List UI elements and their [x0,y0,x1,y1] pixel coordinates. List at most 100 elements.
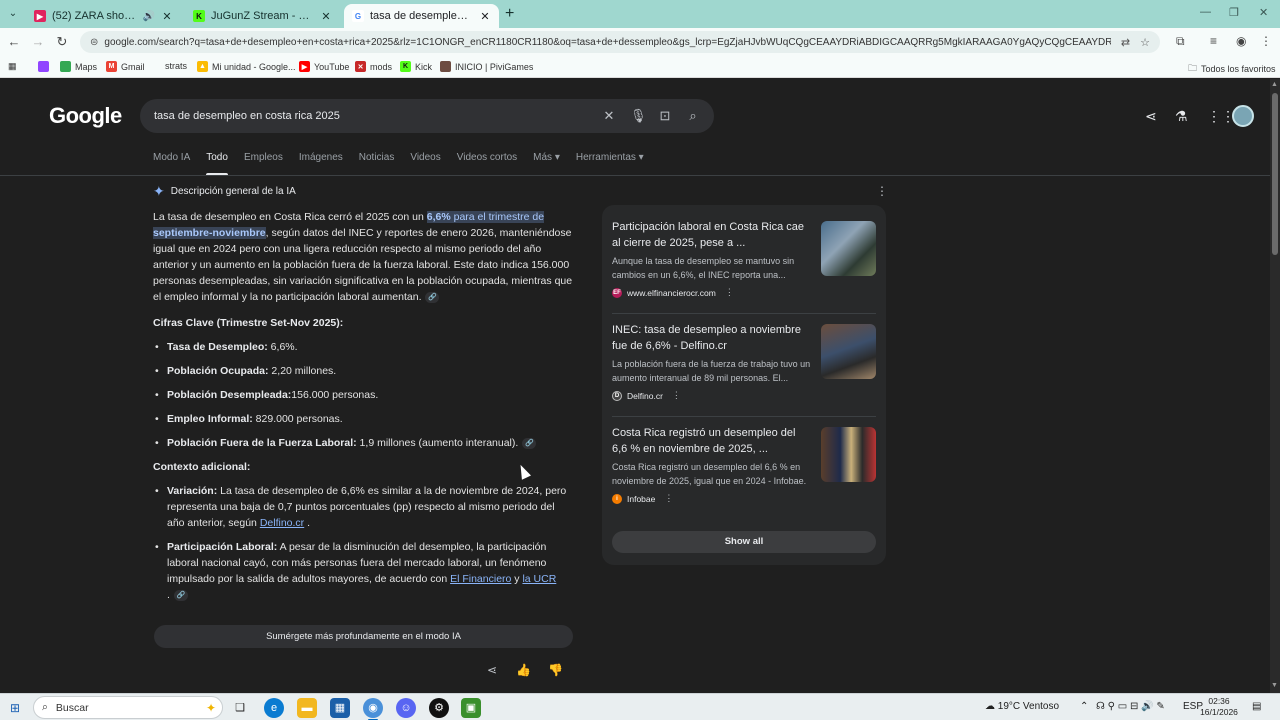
reload-icon[interactable]: ↻ [54,34,70,50]
taskbar-search-input[interactable]: Buscar [56,702,89,714]
voice-search-icon[interactable]: 🎙 [630,108,647,124]
forward-arrow-icon[interactable]: → [30,34,46,49]
search-icon[interactable]: ⌕ [686,108,700,124]
tab-search-chevron-icon[interactable]: ⌄ [4,5,22,23]
weather-widget[interactable]: ☁ 19°C Ventoso [985,701,1059,712]
windows-start-icon[interactable]: ⊞ [10,701,20,715]
browser-tab-zara[interactable]: ▶ (52) ZARA shopping deep h 🔊 ✕ [26,4,181,28]
search-box[interactable]: tasa de desempleo en costa rica 2025 ✕ 🎙… [140,99,714,133]
discord-icon[interactable]: ☺ [396,698,416,718]
source-card[interactable]: Participación laboral en Costa Rica cae … [612,219,876,298]
scroll-up-icon[interactable]: ▲ [1271,81,1278,88]
profile-icon[interactable]: ◉ [1236,34,1246,48]
translate-icon[interactable]: ⇄ [1121,36,1130,49]
tab-empleos[interactable]: Empleos [244,152,283,174]
ai-overview-more-icon[interactable]: ⋮ [876,184,888,198]
source-thumbnail-image[interactable] [821,427,876,482]
lens-search-icon[interactable]: ⊡ [658,108,672,124]
delfino-link[interactable]: Delfino.cr [260,517,304,529]
dive-deeper-ai-mode-button[interactable]: Sumérgete más profundamente en el modo I… [154,625,573,648]
new-tab-plus-icon[interactable]: + [505,6,514,22]
microsoft-store-icon[interactable]: ▦ [330,698,350,718]
show-all-sources-button[interactable]: Show all [612,531,876,553]
ucr-link[interactable]: la UCR [522,573,556,585]
chrome-icon[interactable]: ◉ [363,698,383,720]
el-financiero-link[interactable]: El Financiero [450,573,511,585]
share-icon[interactable]: ⋖ [487,663,497,677]
source-thumbnail-image[interactable] [821,221,876,276]
tab-videos[interactable]: Videos [410,152,440,174]
back-arrow-icon[interactable]: ← [6,34,22,49]
account-avatar[interactable] [1232,105,1254,127]
clock[interactable]: 02:36 16/1/2026 [1196,696,1242,718]
address-bar[interactable]: ⊜ google.com/search?q=tasa+de+desempleo+… [80,31,1160,53]
site-info-icon[interactable]: ⊜ [90,37,98,48]
apps-grid-icon[interactable]: ▦ [8,61,17,72]
source-thumbnail-image[interactable] [821,324,876,379]
bookmark-gmail[interactable]: M Gmail [106,61,145,72]
bookmark-maps[interactable]: Maps [60,61,97,72]
media-controls-icon[interactable]: ≡ [1210,34,1217,48]
tab-videos-cortos[interactable]: Videos cortos [457,152,517,174]
weather-cloud-icon: ☁ [985,701,995,712]
source-more-icon[interactable]: ⋮ [672,390,681,401]
close-tab-icon[interactable]: ✕ [479,10,491,23]
browser-menu-icon[interactable]: ⋮ [1260,34,1272,48]
tab-imagenes[interactable]: Imágenes [299,152,343,174]
share-icon[interactable]: ⋖ [1145,108,1157,125]
tab-noticias[interactable]: Noticias [359,152,395,174]
source-more-icon[interactable]: ⋮ [664,493,673,504]
show-hidden-icons-icon[interactable]: ⌃ [1080,701,1088,712]
restore-window-icon[interactable]: ❐ [1229,6,1239,19]
file-explorer-icon[interactable]: ▬ [297,698,317,718]
edge-icon[interactable]: e [264,698,284,718]
google-logo[interactable]: Google [49,103,122,129]
bookmark-mods[interactable]: ✕ mods [355,61,392,72]
bookmark-youtube[interactable]: ▶ YouTube [299,61,349,72]
thumbs-up-icon[interactable]: 👍 [516,663,531,677]
source-card[interactable]: INEC: tasa de desempleo a noviembre fue … [612,322,876,401]
close-tab-icon[interactable]: ✕ [161,10,173,23]
tab-todo[interactable]: Todo [206,152,228,176]
notifications-icon[interactable]: ▤ [1252,701,1261,712]
thumbs-down-icon[interactable]: 👎 [548,663,563,677]
tab-modo-ia[interactable]: Modo IA [153,152,190,174]
labs-flask-icon[interactable]: ⚗ [1175,108,1188,125]
task-view-icon[interactable]: ❑ [230,698,250,718]
steam-icon[interactable]: ⚙ [429,698,449,718]
system-tray-icons[interactable]: ☊ ⚲ ▭ ⊟ 🔊 ✎ [1096,701,1165,712]
extensions-icon[interactable]: ⧉ [1176,34,1185,49]
source-card[interactable]: Costa Rica registró un desempleo del 6,6… [612,425,876,504]
tab-herramientas[interactable]: Herramientas ▾ [576,152,644,174]
close-tab-icon[interactable]: ✕ [320,10,332,23]
page-scrollbar[interactable]: ▲ ▼ [1270,79,1280,693]
taskbar-search[interactable]: ⌕ Buscar ✦ [33,696,223,719]
minecraft-icon[interactable]: ▣ [461,698,481,718]
source-link-icon[interactable]: 🔗 [425,291,440,303]
bookmark-twitch[interactable] [38,61,49,72]
source-link-icon[interactable]: 🔗 [522,437,537,449]
scroll-down-icon[interactable]: ▼ [1271,682,1278,689]
google-apps-icon[interactable]: ⋮⋮ [1207,108,1235,125]
bookmark-kick[interactable]: K Kick [400,61,432,72]
bookmark-drive[interactable]: ▲ Mi unidad - Google... [197,61,296,72]
scrollbar-thumb[interactable] [1272,93,1278,255]
close-window-icon[interactable]: ✕ [1259,6,1268,19]
tab-mas[interactable]: Más ▾ [533,152,560,174]
browser-tab-google-search[interactable]: G tasa de desempleo en costa ric ✕ [344,4,499,28]
all-bookmarks-folder[interactable]: 🗀 Todos los favoritos [1188,61,1276,77]
source-title[interactable]: Participación laboral en Costa Rica cae … [612,219,812,251]
audio-playing-icon[interactable]: 🔊 [143,11,155,22]
bookmark-star-icon[interactable]: ☆ [1140,36,1150,49]
source-title[interactable]: INEC: tasa de desempleo a noviembre fue … [612,322,812,354]
minimize-window-icon[interactable]: — [1200,6,1211,18]
bookmark-pivigames[interactable]: INICIO | PiviGames [440,61,533,72]
source-link-icon[interactable]: 🔗 [173,589,188,601]
source-more-icon[interactable]: ⋮ [725,287,734,298]
source-title[interactable]: Costa Rica registró un desempleo del 6,6… [612,425,812,457]
search-input[interactable]: tasa de desempleo en costa rica 2025 [154,110,588,122]
browser-tab-jugunz[interactable]: K JuGunZ Stream - Watch Live o ✕ [185,4,340,28]
item-value: 156.000 personas. [291,389,379,401]
clear-search-icon[interactable]: ✕ [602,108,616,124]
bookmark-strats[interactable]: strats [165,61,187,71]
